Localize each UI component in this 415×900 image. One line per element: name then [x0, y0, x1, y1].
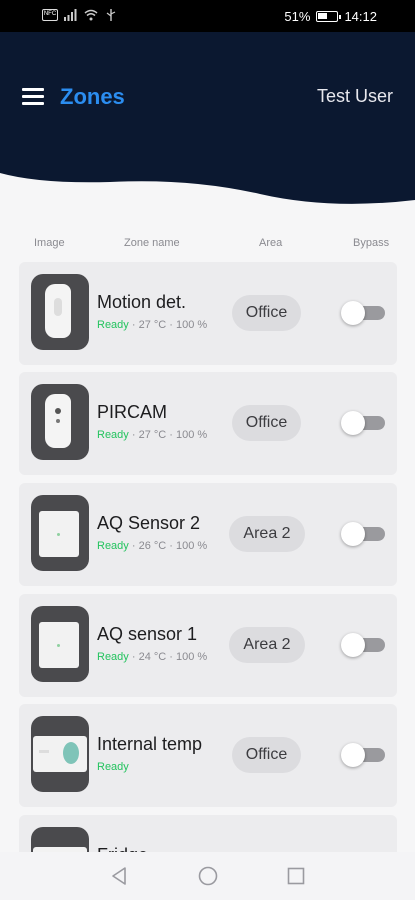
column-header-bypass: Bypass — [353, 237, 390, 249]
bypass-toggle[interactable] — [341, 633, 385, 657]
area-chip[interactable]: Office — [232, 405, 301, 441]
zone-info: Ready · 27 °C · 100 % — [97, 429, 207, 441]
zone-status: Ready — [97, 651, 129, 663]
bypass-toggle[interactable] — [341, 301, 385, 325]
page-title: Zones — [60, 84, 125, 109]
zone-name: AQ Sensor 2 — [97, 513, 201, 533]
zone-card[interactable]: Internal temp Ready Office — [19, 704, 397, 807]
zone-status: Ready — [97, 761, 129, 773]
zone-status: Ready — [97, 429, 129, 441]
home-icon[interactable] — [198, 866, 218, 886]
zone-details: · 27 °C · 100 % — [128, 319, 208, 331]
status-icons-right: 51% 14:12 — [284, 9, 377, 24]
battery-icon — [316, 11, 342, 22]
temperature-sensor-icon — [31, 716, 89, 792]
air-quality-sensor-icon — [31, 606, 89, 682]
zone-details: · 24 °C · 100 % — [128, 651, 208, 663]
zone-info: Ready · 24 °C · 100 % — [97, 651, 207, 663]
zone-details: · 27 °C · 100 % — [128, 429, 208, 441]
zone-status: Ready — [97, 540, 129, 552]
column-header-zone-name: Zone name — [124, 237, 180, 249]
area-chip[interactable]: Office — [232, 295, 301, 331]
pir-camera-icon — [31, 384, 89, 460]
motion-detector-icon — [31, 274, 89, 350]
battery-level — [318, 13, 328, 19]
app-header: Zones Test User — [0, 32, 415, 232]
zone-card[interactable]: PIRCAM Ready · 27 °C · 100 % Office — [19, 372, 397, 475]
air-quality-sensor-icon — [31, 495, 89, 571]
recents-icon[interactable] — [287, 866, 305, 886]
signal-icon — [64, 9, 77, 21]
bypass-toggle[interactable] — [341, 743, 385, 767]
status-icons-left: NFC — [42, 9, 118, 21]
system-navigation-bar — [0, 852, 415, 900]
back-icon[interactable] — [110, 866, 128, 886]
header-wave-background — [0, 32, 415, 204]
usb-icon — [106, 9, 116, 21]
hamburger-menu-icon[interactable] — [22, 88, 44, 106]
wifi-icon — [84, 9, 98, 21]
zone-info: Ready · 27 °C · 100 % — [97, 319, 207, 331]
area-chip[interactable]: Area 2 — [229, 627, 305, 663]
zone-card[interactable]: AQ sensor 1 Ready · 24 °C · 100 % Area 2 — [19, 594, 397, 697]
column-header-area: Area — [259, 237, 283, 249]
zone-name: Internal temp — [97, 734, 203, 754]
zone-name: PIRCAM — [97, 402, 168, 422]
zone-card[interactable]: Motion det. Ready · 27 °C · 100 % Office — [19, 262, 397, 365]
area-chip[interactable]: Office — [232, 737, 301, 773]
zone-name: AQ sensor 1 — [97, 624, 198, 644]
zone-info: Ready · 26 °C · 100 % — [97, 540, 207, 552]
zone-info: Ready — [97, 761, 129, 773]
status-bar: NFC 51% 14:12 — [0, 0, 415, 32]
area-chip[interactable]: Area 2 — [229, 516, 305, 552]
zone-name: Motion det. — [97, 292, 187, 312]
bypass-toggle[interactable] — [341, 522, 385, 546]
column-header-image: Image — [34, 237, 65, 249]
battery-percent: 51% — [284, 9, 311, 24]
zone-status: Ready — [97, 319, 129, 331]
nfc-icon: NFC — [42, 9, 58, 21]
zone-card[interactable]: AQ Sensor 2 Ready · 26 °C · 100 % Area 2 — [19, 483, 397, 586]
zone-details: · 26 °C · 100 % — [128, 540, 208, 552]
user-name[interactable]: Test User — [317, 86, 393, 107]
bypass-toggle[interactable] — [341, 411, 385, 435]
clock: 14:12 — [344, 9, 377, 24]
